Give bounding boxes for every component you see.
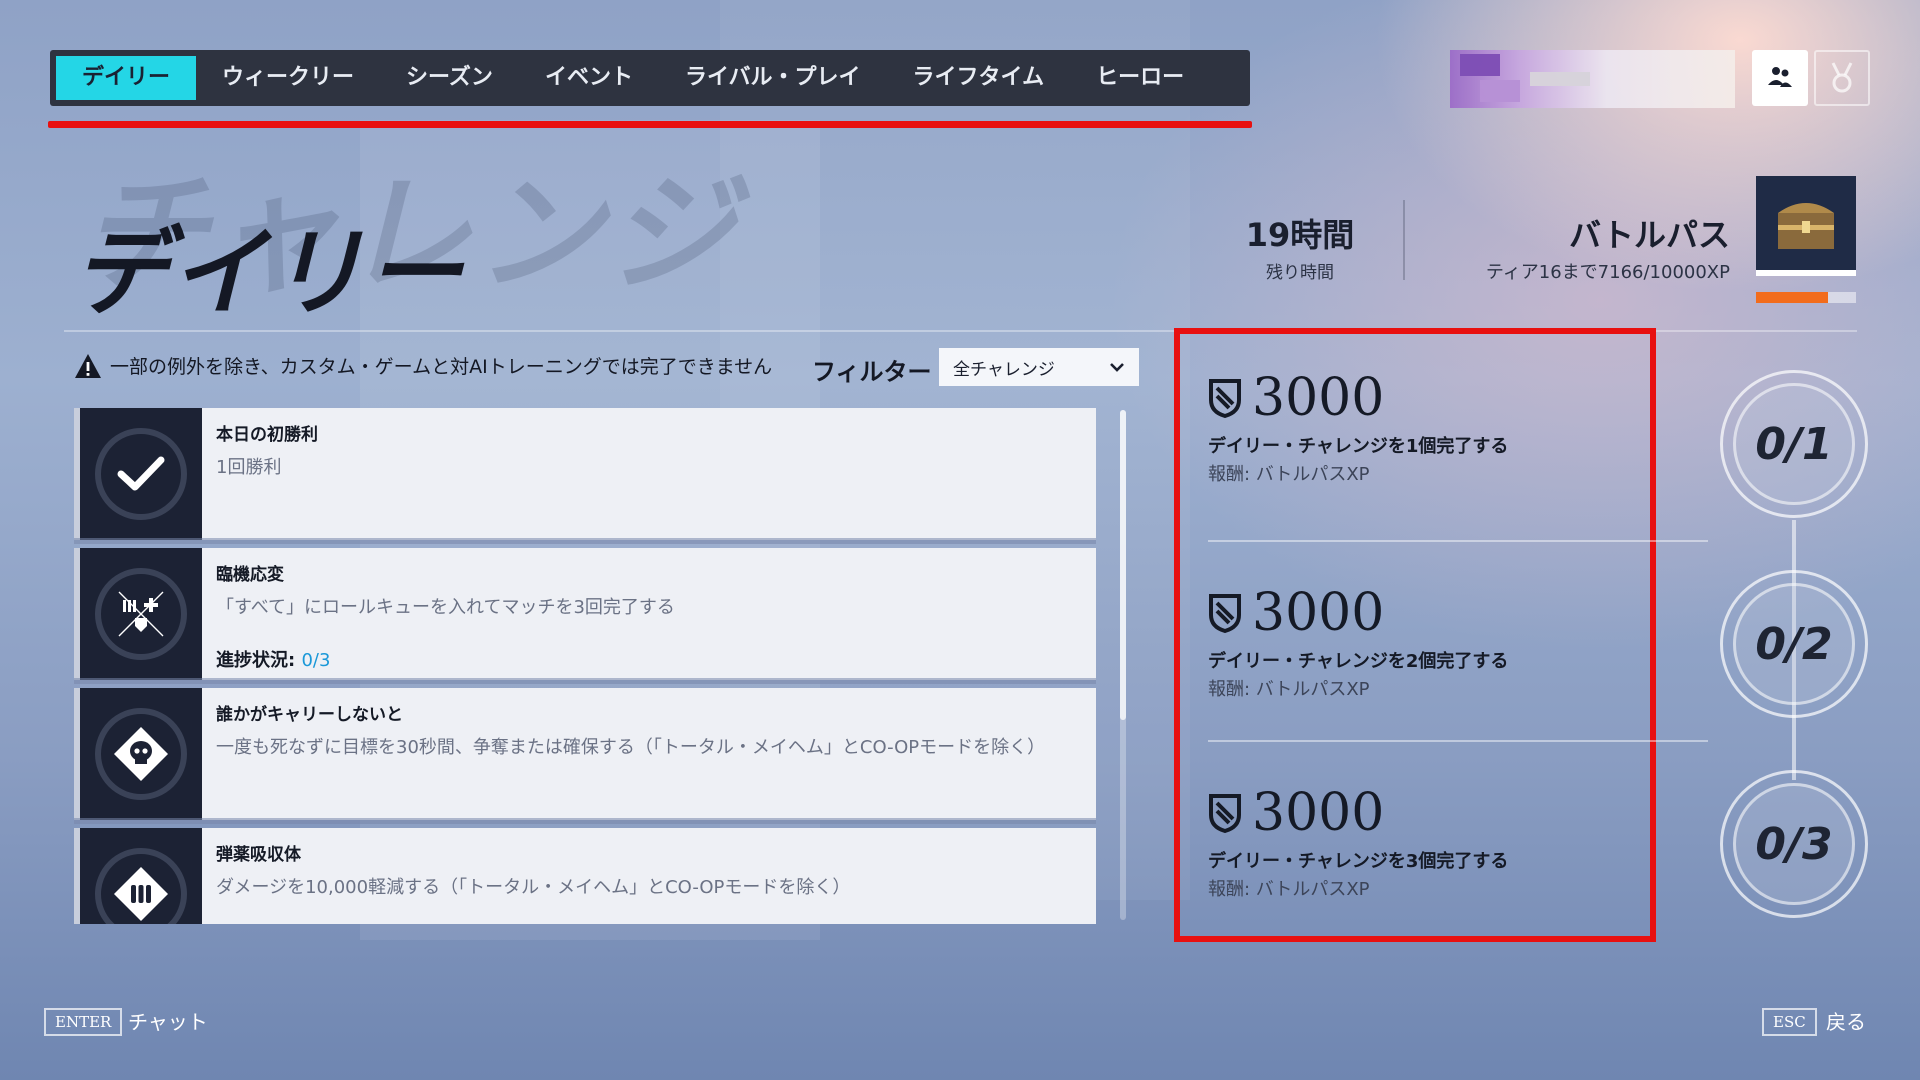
filter-selected-value: 全チャレンジ [953,359,1055,380]
challenge-tabs: デイリー ウィークリー シーズン イベント ライバル・プレイ ライフタイム ヒー… [50,50,1250,106]
ammo-icon [114,867,168,921]
battle-pass-title: バトルパス [1569,216,1730,254]
divider [1208,740,1708,742]
challenge-card[interactable]: 弾薬吸収体 ダメージを10,000軽減する（「トータル・メイヘム」とCO-OPモ… [74,828,1096,924]
chevron-down-icon [1110,363,1124,372]
reward-item: 3000 デイリー・チャレンジを2個完了する 報酬: バトルパスXP [1208,583,1508,701]
checkmark-icon [117,456,165,491]
milestone-count: 0/2 [1733,583,1855,705]
challenge-status-ring [95,708,187,800]
medal-icon [1831,62,1853,93]
filter-label: フィルター [812,358,932,386]
milestone-badge: 0/1 [1720,370,1868,518]
time-remaining-value: 19時間 [1245,216,1355,254]
challenge-card[interactable]: 誰かがキャリーしないと 一度も死なずに目標を30秒間、争奪または確保する（「トー… [74,688,1096,824]
challenge-list: 本日の初勝利 1回勝利 臨機応変 「すべて」にロールキューを入れてマッチを3回完… [74,408,1096,924]
battle-pass-info: バトルパス ティア16まで7166/10000XP [1420,210,1730,284]
reward-xp-amount: 3000 [1252,368,1385,428]
battle-pass-xp-icon [1209,794,1241,833]
battle-pass-progress-fill [1756,292,1828,303]
reward-description: デイリー・チャレンジを3個完了する [1208,851,1509,872]
filter-dropdown[interactable]: 全チャレンジ [939,348,1139,386]
challenge-card[interactable]: 本日の初勝利 1回勝利 [74,408,1096,544]
player-name-card[interactable] [1450,50,1735,108]
challenge-description: ダメージを10,000軽減する（「トータル・メイヘム」とCO-OPモードを除く） [216,877,851,898]
milestone-badge: 0/2 [1720,570,1868,718]
role-queue-icon [118,591,164,637]
challenge-description: 一度も死なずに目標を30秒間、争奪または確保する（「トータル・メイヘム」とCO-… [216,737,1046,758]
rewards-button[interactable] [1814,50,1870,106]
list-scrollbar-thumb[interactable] [1120,410,1126,720]
divider [1208,540,1708,542]
milestone-count: 0/3 [1733,783,1855,905]
time-remaining: 19時間 残り時間 [1220,210,1380,283]
divider [1403,200,1405,280]
chat-label: チャット [128,1010,208,1034]
pixelated-region [1460,54,1500,76]
tab-daily[interactable]: デイリー [56,56,197,100]
esc-key-hint[interactable]: ESC [1762,1008,1817,1036]
skull-icon [114,727,168,781]
reward-chest-icon [1778,203,1834,249]
challenge-name: 弾薬吸収体 [216,845,301,865]
reward-item: 3000 デイリー・チャレンジを3個完了する 報酬: バトルパスXP [1208,783,1508,901]
milestone-count: 0/1 [1733,383,1855,505]
challenge-name: 本日の初勝利 [216,425,318,445]
challenge-description: 1回勝利 [216,457,282,478]
nav-highlight-underline [48,121,1252,128]
progress-label: 進捗状況: [216,650,296,671]
reward-description: デイリー・チャレンジを1個完了する [1208,436,1509,457]
progress-value: 0/3 [301,650,331,671]
back-label: 戻る [1826,1010,1866,1034]
warning-text: 一部の例外を除き、カスタム・ゲームと対AIトレーニングでは完了できません [110,356,773,378]
mode-warning: 一部の例外を除き、カスタム・ゲームと対AIトレーニングでは完了できません [74,352,772,379]
tab-season[interactable]: シーズン [380,56,519,100]
warning-icon [75,353,101,378]
tab-weekly[interactable]: ウィークリー [196,56,380,100]
reward-type: 報酬: バトルパスXP [1208,464,1370,485]
challenge-status-ring [95,848,187,924]
reward-xp-amount: 3000 [1252,583,1385,643]
battle-pass-progress-bar [1756,292,1856,303]
reward-xp-amount: 3000 [1252,783,1385,843]
tab-event[interactable]: イベント [519,56,659,100]
battle-pass-xp-icon [1209,379,1241,418]
challenge-status-ring [95,428,187,520]
reward-type: 報酬: バトルパスXP [1208,679,1370,700]
reward-description: デイリー・チャレンジを2個完了する [1208,651,1509,672]
tab-rival-play[interactable]: ライバル・プレイ [659,56,887,100]
tab-hero[interactable]: ヒーロー [1070,56,1210,100]
battle-pass-tier-reward[interactable] [1756,176,1856,276]
pixelated-region [1530,72,1590,86]
challenge-card[interactable]: 臨機応変 「すべて」にロールキューを入れてマッチを3回完了する 進捗状況: 0/… [74,548,1096,684]
enter-key-hint[interactable]: ENTER [44,1008,123,1036]
social-icon [1768,67,1792,87]
challenge-name: 誰かがキャリーしないと [216,705,403,725]
page-title: デイリー [72,217,464,329]
time-remaining-label: 残り時間 [1266,263,1334,283]
social-button[interactable] [1752,50,1808,106]
challenge-status-ring [95,568,187,660]
pixelated-region [1480,80,1520,102]
challenge-progress: 進捗状況: 0/3 [216,646,330,672]
reward-type: 報酬: バトルパスXP [1208,879,1370,900]
battle-pass-xp-icon [1209,594,1241,633]
reward-item: 3000 デイリー・チャレンジを1個完了する 報酬: バトルパスXP [1208,368,1508,486]
challenge-description: 「すべて」にロールキューを入れてマッチを3回完了する [216,597,675,618]
tab-lifetime[interactable]: ライフタイム [887,56,1071,100]
battle-pass-progress-text: ティア16まで7166/10000XP [1485,262,1730,283]
milestone-badge: 0/3 [1720,770,1868,918]
challenge-name: 臨機応変 [216,565,284,585]
